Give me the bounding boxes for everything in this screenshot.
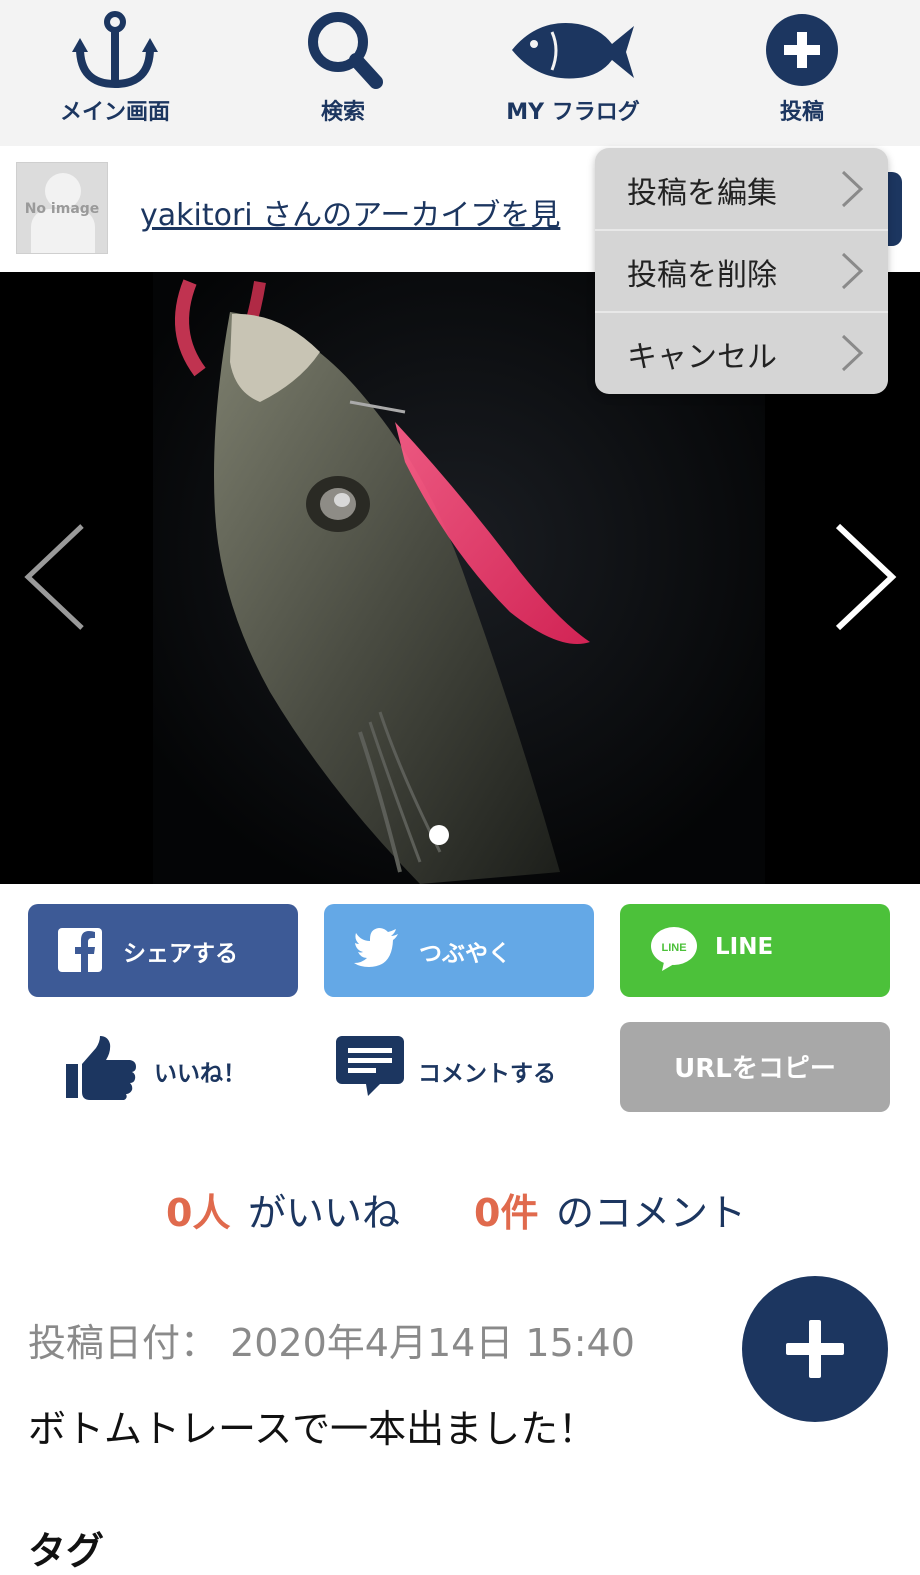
fish-icon (512, 23, 634, 79)
carousel-next-icon[interactable] (830, 522, 900, 632)
comments-text: のコメント (556, 1191, 747, 1235)
avatar-placeholder-text: No image (24, 201, 100, 217)
carousel-page-dot[interactable] (429, 825, 449, 845)
line-icon: LINE (651, 927, 697, 971)
nav-main-label: メイン画面 (59, 100, 170, 125)
line-share-button[interactable]: LINE LINE (620, 904, 890, 997)
facebook-icon (58, 928, 102, 972)
comment-icon (336, 1036, 404, 1096)
post-stats: 0人 がいいね 0件 のコメント (0, 1182, 920, 1242)
nav-search[interactable]: 検索 (243, 0, 443, 146)
archive-link[interactable]: yakitori さんのアーカイブを見 (140, 190, 610, 234)
menu-item-label: キャンセル (627, 340, 777, 375)
comment-button[interactable]: コメントする (336, 1022, 586, 1112)
nav-post[interactable]: 投稿 (702, 0, 902, 146)
copy-url-button[interactable]: URLをコピー (620, 1022, 890, 1112)
nav-post-label: 投稿 (779, 100, 824, 125)
nav-my-fralog-label: MY フラログ (506, 100, 640, 125)
comment-label: コメントする (418, 1061, 556, 1087)
comments-count: 0件 (474, 1191, 539, 1235)
menu-item-delete-post[interactable]: 投稿を削除 (595, 230, 888, 312)
facebook-share-button[interactable]: シェアする (28, 904, 298, 997)
facebook-share-label: シェアする (123, 941, 238, 967)
twitter-share-button[interactable]: つぶやく (324, 904, 594, 997)
plus-circle-icon (766, 14, 838, 86)
chevron-right-icon (841, 334, 864, 372)
like-button[interactable]: いいね！ (66, 1022, 296, 1112)
menu-item-cancel[interactable]: キャンセル (595, 312, 888, 394)
anchor-icon (72, 11, 158, 89)
nav-main[interactable]: メイン画面 (15, 0, 215, 146)
chevron-right-icon (841, 252, 864, 290)
menu-item-label: 投稿を編集 (627, 176, 777, 211)
menu-item-edit-post[interactable]: 投稿を編集 (595, 148, 888, 230)
line-icon-badge: LINE (661, 942, 686, 954)
copy-url-label: URLをコピー (674, 1054, 836, 1084)
likes-text: がいいね (248, 1191, 401, 1235)
avatar[interactable]: No image (16, 162, 108, 254)
chevron-right-icon (841, 170, 864, 208)
search-icon (308, 12, 383, 89)
top-nav: メイン画面 検索 MY フラログ 投稿 (0, 0, 920, 146)
twitter-icon (354, 928, 398, 967)
tags-heading: タグ (28, 1529, 105, 1573)
plus-icon (809, 1320, 821, 1378)
post-options-menu: 投稿を編集 投稿を削除 キャンセル (595, 148, 888, 394)
twitter-share-label: つぶやく (419, 941, 511, 967)
menu-item-label: 投稿を削除 (627, 258, 777, 293)
like-label: いいね！ (154, 1061, 246, 1087)
thumbs-up-icon (66, 1036, 136, 1100)
post-date: 投稿日付： 2020年4月14日 15:40 (28, 1321, 635, 1365)
add-post-fab[interactable] (742, 1276, 888, 1422)
line-share-label: LINE (715, 934, 774, 960)
nav-search-label: 検索 (320, 100, 365, 125)
carousel-prev-icon[interactable] (20, 522, 90, 632)
post-body: ボトムトレースで一本出ました！ (28, 1407, 597, 1451)
likes-count: 0人 (166, 1191, 231, 1235)
nav-my-fralog[interactable]: MY フラログ (473, 0, 673, 146)
